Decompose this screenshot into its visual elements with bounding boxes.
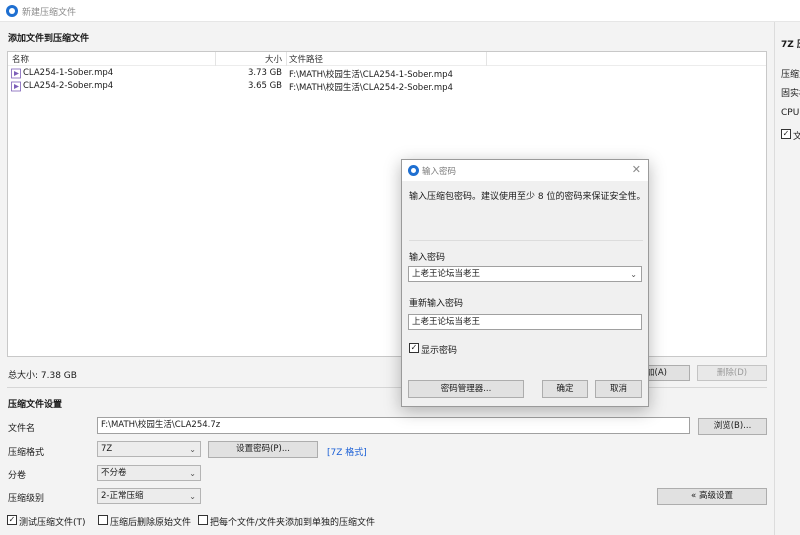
separate-archives-checkbox[interactable] [198,515,208,525]
right-panel-item: 压缩方 [781,70,800,80]
password-label: 输入密码 [409,253,446,263]
right-panel-heading: 7Z 压 [781,40,800,50]
cancel-button[interactable]: 取消 [595,380,642,398]
title-bar: 新建压缩文件 [0,0,800,22]
close-icon[interactable]: ✕ [632,163,641,176]
column-divider[interactable] [486,52,487,66]
divider [7,387,767,388]
file-path: F:\MATH\校园生活\CLA254-2-Sober.mp4 [289,83,453,93]
add-files-heading: 添加文件到压缩文件 [8,34,90,44]
dialog-message: 输入压缩包密码。建议使用至少 8 位的密码来保证安全性。 [409,192,646,202]
password-manager-button[interactable]: 密码管理器... [408,380,524,398]
browse-button[interactable]: 浏览(B)... [698,418,767,435]
split-select[interactable]: 不分卷 ⌄ [97,465,201,481]
format-link[interactable]: [7Z 格式] [327,445,367,458]
chevron-down-icon: ⌄ [189,469,196,478]
password-field[interactable]: 上老王论坛当老王 ⌄ [408,266,642,282]
divider [409,240,643,241]
dialog-title-bar: 输入密码 ✕ [402,160,648,181]
format-select-value: 7Z [101,444,113,454]
set-password-button[interactable]: 设置密码(P)... [208,441,318,458]
file-path: F:\MATH\校园生活\CLA254-1-Sober.mp4 [289,70,453,80]
format-label: 压缩格式 [8,448,45,458]
file-row[interactable]: CLA254-1-Sober.mp4 3.73 GB F:\MATH\校园生活\… [8,67,766,80]
split-select-value: 不分卷 [101,468,127,478]
password-value: 上老王论坛当老王 [412,269,481,279]
filename-input[interactable]: F:\MATH\校园生活\CLA254.7z [97,417,690,434]
delete-after-label[interactable]: 压缩后删除原始文件 [110,515,191,528]
file-list-header: 名称 大小 文件路径 [8,52,766,66]
right-panel-item: 固实模 [781,89,800,99]
file-size: 3.65 GB [247,81,282,91]
right-panel-checkbox[interactable]: ✓ [781,129,791,139]
file-name: CLA254-1-Sober.mp4 [23,68,114,78]
password-dialog: 输入密码 ✕ 输入压缩包密码。建议使用至少 8 位的密码来保证安全性。 输入密码… [401,159,649,407]
level-select[interactable]: 2-正常压缩 ⌄ [97,488,201,504]
column-header-size[interactable]: 大小 [216,53,282,65]
file-size: 3.73 GB [247,68,282,78]
test-archive-label[interactable]: 测试压缩文件(T) [19,515,86,528]
right-settings-panel: 7Z 压 压缩方 固实模 CPU 线 ✓ 文 [774,22,800,535]
column-header-path[interactable]: 文件路径 [289,53,323,65]
right-panel-item: CPU 线 [781,108,800,118]
ok-button[interactable]: 确定 [542,380,588,398]
level-label: 压缩级别 [8,494,45,504]
separate-archives-label[interactable]: 把每个文件/文件夹添加到单独的压缩文件 [210,515,375,528]
file-name: CLA254-2-Sober.mp4 [23,81,114,91]
show-password-label[interactable]: 显示密码 [421,343,457,356]
window-title: 新建压缩文件 [22,8,77,18]
chevron-down-icon: ⌄ [189,492,196,501]
test-archive-checkbox[interactable]: ✓ [7,515,17,525]
confirm-password-label: 重新输入密码 [409,299,464,309]
right-panel-check-label[interactable]: 文 [793,129,800,142]
video-file-icon [11,68,21,79]
filename-label: 文件名 [8,424,36,434]
level-select-value: 2-正常压缩 [101,491,144,501]
advanced-settings-button[interactable]: « 高级设置 [657,488,767,505]
split-label: 分卷 [8,471,27,481]
delete-button[interactable]: 删除(D) [697,365,767,381]
app-logo-icon [6,5,18,17]
confirm-password-field[interactable]: 上老王论坛当老王 [408,314,642,330]
total-size: 总大小: 7.38 GB [8,371,77,381]
video-file-icon [11,81,21,92]
app-logo-icon [408,165,419,176]
file-row[interactable]: CLA254-2-Sober.mp4 3.65 GB F:\MATH\校园生活\… [8,80,766,93]
file-list[interactable]: 名称 大小 文件路径 CLA254-1-Sober.mp4 3.73 GB F:… [7,51,767,357]
column-header-name[interactable]: 名称 [12,53,29,65]
settings-heading: 压缩文件设置 [8,400,63,410]
chevron-down-icon: ⌄ [189,445,196,454]
show-password-checkbox[interactable]: ✓ [409,343,419,353]
column-divider[interactable] [286,52,287,66]
dialog-title: 输入密码 [422,167,457,177]
format-select[interactable]: 7Z ⌄ [97,441,201,457]
chevron-down-icon[interactable]: ⌄ [630,268,637,281]
delete-after-checkbox[interactable] [98,515,108,525]
